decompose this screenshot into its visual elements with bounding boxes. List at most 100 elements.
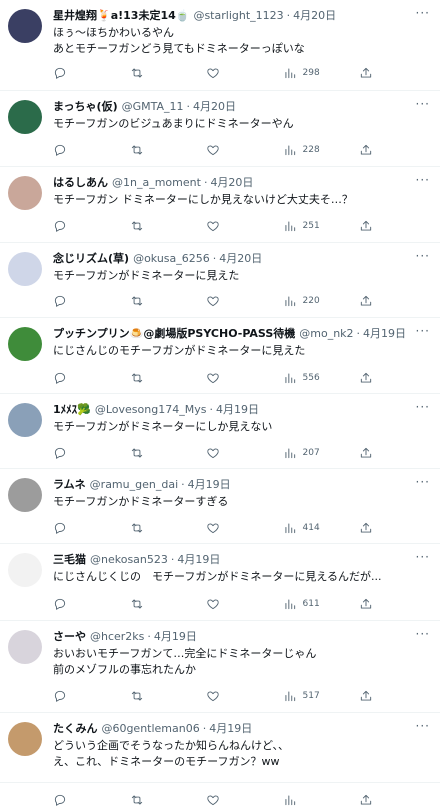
reply-button[interactable] [53,446,89,460]
display-name[interactable]: 念じリズム(草) [53,251,129,267]
timestamp[interactable]: 4月19日 [209,721,252,737]
retweet-button[interactable] [130,219,166,233]
more-options-icon[interactable]: ··· [416,325,430,337]
retweet-button[interactable] [130,521,166,535]
tweet[interactable]: プッチンプリン🍮@劇場版PSYCHO-PASS待機 @mo_nk2 · 4月19… [0,318,440,394]
timestamp[interactable]: 4月20日 [219,251,262,267]
avatar[interactable] [8,9,42,43]
views-button[interactable] [283,793,319,807]
tweet[interactable]: ラムネ @ramu_gen_dai · 4月19日 モチーフガンかドミネーターす… [0,469,440,544]
tweet[interactable]: 星井煌翔🍹a!13未定14🍵 @starlight_1123 · 4月20日 ほ… [0,0,440,91]
share-button[interactable] [359,371,373,385]
views-button[interactable]: 298 [283,66,320,80]
avatar[interactable] [8,176,42,210]
views-button[interactable]: 414 [283,521,320,535]
like-button[interactable] [206,521,242,535]
timestamp[interactable]: 4月20日 [210,175,253,191]
share-button[interactable] [359,294,373,308]
avatar[interactable] [8,403,42,437]
username-handle[interactable]: @okusa_6256 [133,251,210,267]
share-button[interactable] [359,219,373,233]
more-options-icon[interactable]: ··· [416,98,430,110]
avatar[interactable] [8,478,42,512]
display-name[interactable]: まっちゃ(仮) [53,99,118,115]
retweet-button[interactable] [130,597,166,611]
display-name[interactable]: たくみん [53,721,97,737]
username-handle[interactable]: @nekosan523 [90,552,168,568]
avatar[interactable] [8,100,42,134]
retweet-button[interactable] [130,371,166,385]
like-button[interactable] [206,219,242,233]
retweet-button[interactable] [130,689,166,703]
tweet[interactable]: 1ﾒﾒｽ🥦 @Lovesong174_Mys · 4月19日 モチーフガンがドミ… [0,394,440,469]
views-button[interactable]: 556 [283,371,320,385]
share-button[interactable] [359,143,373,157]
reply-button[interactable] [53,597,89,611]
reply-button[interactable] [53,793,89,807]
tweet[interactable]: 三毛猫 @nekosan523 · 4月19日 にじさんじくじの モチーフガンが… [0,544,440,621]
like-button[interactable] [206,446,242,460]
retweet-button[interactable] [130,446,166,460]
display-name[interactable]: 三毛猫 [53,552,86,568]
views-button[interactable]: 220 [283,294,320,308]
share-button[interactable] [359,446,373,460]
username-handle[interactable]: @60gentleman06 [101,721,199,737]
tweet[interactable]: 念じリズム(草) @okusa_6256 · 4月20日 モチーフガンがドミネー… [0,243,440,318]
display-name[interactable]: ラムネ [53,477,86,493]
views-button[interactable]: 517 [283,689,320,703]
like-button[interactable] [206,793,242,807]
username-handle[interactable]: @starlight_1123 [193,8,283,24]
display-name[interactable]: さーや [53,629,86,645]
retweet-button[interactable] [130,66,166,80]
username-handle[interactable]: @1n_a_moment [112,175,201,191]
timestamp[interactable]: 4月19日 [216,402,259,418]
like-button[interactable] [206,143,242,157]
share-button[interactable] [359,689,373,703]
timestamp[interactable]: 4月20日 [293,8,336,24]
views-button[interactable]: 207 [283,446,320,460]
timestamp[interactable]: 4月19日 [154,629,197,645]
timestamp[interactable]: 4月20日 [193,99,236,115]
retweet-button[interactable] [130,143,166,157]
avatar[interactable] [8,722,42,756]
views-button[interactable]: 228 [283,143,320,157]
reply-button[interactable] [53,689,89,703]
avatar[interactable] [8,252,42,286]
more-options-icon[interactable]: ··· [416,720,430,732]
display-name[interactable]: プッチンプリン🍮@劇場版PSYCHO-PASS待機 [53,326,295,342]
like-button[interactable] [206,371,242,385]
tweet[interactable]: まっちゃ(仮) @GMTA_11 · 4月20日 モチーフガンのビジュあまりにド… [0,91,440,167]
like-button[interactable] [206,66,242,80]
more-options-icon[interactable]: ··· [416,628,430,640]
display-name[interactable]: 1ﾒﾒｽ🥦 [53,402,91,418]
display-name[interactable]: 星井煌翔🍹a!13未定14🍵 [53,8,189,24]
reply-button[interactable] [53,371,89,385]
timestamp[interactable]: 4月19日 [177,552,220,568]
more-options-icon[interactable]: ··· [416,7,430,19]
reply-button[interactable] [53,219,89,233]
share-button[interactable] [359,66,373,80]
reply-button[interactable] [53,143,89,157]
views-button[interactable]: 611 [283,597,320,611]
avatar[interactable] [8,630,42,664]
more-options-icon[interactable]: ··· [416,551,430,563]
timestamp[interactable]: 4月19日 [188,477,231,493]
display-name[interactable]: はるしあん [53,175,108,191]
reply-button[interactable] [53,66,89,80]
tweet[interactable]: はるしあん @1n_a_moment · 4月20日 モチーフガン ドミネーター… [0,167,440,243]
like-button[interactable] [206,294,242,308]
views-button[interactable]: 251 [283,219,320,233]
more-options-icon[interactable]: ··· [416,250,430,262]
reply-button[interactable] [53,294,89,308]
avatar[interactable] [8,553,42,587]
timestamp[interactable]: 4月19日 [363,326,406,342]
reply-button[interactable] [53,521,89,535]
username-handle[interactable]: @GMTA_11 [122,99,184,115]
username-handle[interactable]: @mo_nk2 [299,326,353,342]
username-handle[interactable]: @ramu_gen_dai [90,477,178,493]
share-button[interactable] [359,793,373,807]
tweet[interactable]: たくみん @60gentleman06 · 4月19日 どういう企画でそうなった… [0,713,440,806]
retweet-button[interactable] [130,294,166,308]
more-options-icon[interactable]: ··· [416,476,430,488]
like-button[interactable] [206,689,242,703]
